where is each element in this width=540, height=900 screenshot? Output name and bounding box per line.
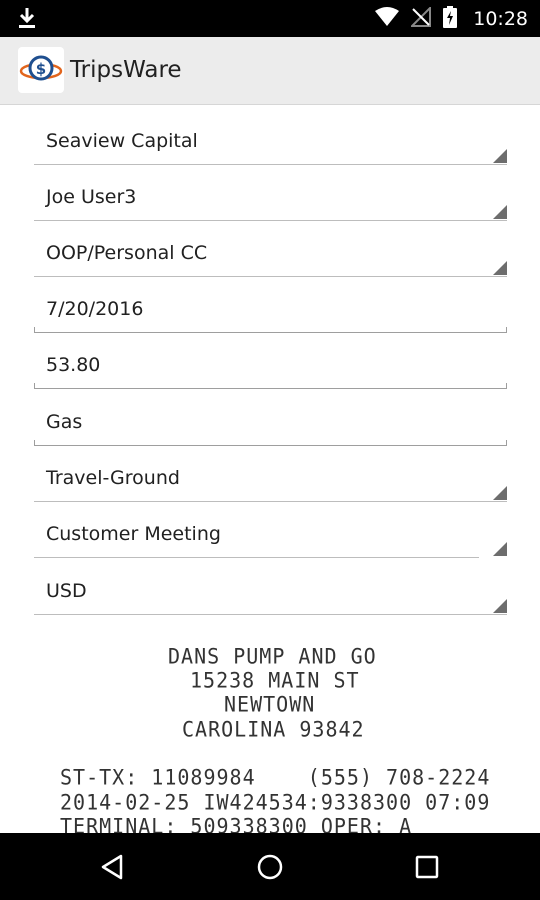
receipt-line: CAROLINA 93842 bbox=[182, 716, 365, 742]
dropdown-arrow-icon bbox=[493, 205, 507, 219]
date-field[interactable]: 7/20/2016 bbox=[34, 293, 507, 333]
dropdown-arrow-icon bbox=[493, 149, 507, 163]
receipt-line: 15238 MAIN ST bbox=[190, 667, 360, 693]
employee-spinner[interactable]: Joe User3 bbox=[34, 181, 507, 221]
dropdown-arrow-icon bbox=[493, 486, 507, 500]
currency-value: USD bbox=[46, 580, 87, 602]
amount-value: 53.80 bbox=[46, 354, 101, 376]
receipt-line: DANS PUMP AND GO bbox=[168, 643, 377, 669]
no-signal-icon bbox=[409, 5, 432, 31]
dollar-globe-icon: $ bbox=[18, 47, 64, 93]
home-icon[interactable] bbox=[230, 833, 310, 900]
receipt-line: 2014-02-25 IW424534:9338300 07:09 bbox=[60, 789, 491, 815]
status-bar: 10:28 bbox=[0, 0, 540, 37]
navigation-bar bbox=[0, 833, 540, 900]
recents-icon[interactable] bbox=[387, 833, 467, 900]
receipt-line: TERMINAL: 509338300 OPER: A bbox=[60, 813, 413, 833]
clock: 10:28 bbox=[473, 7, 528, 30]
category-value: Travel-Ground bbox=[46, 467, 180, 489]
category-spinner[interactable]: Travel-Ground bbox=[34, 462, 507, 502]
purpose-spinner[interactable]: Customer Meeting bbox=[34, 518, 507, 558]
company-value: Seaview Capital bbox=[46, 130, 198, 152]
dropdown-arrow-icon bbox=[493, 261, 507, 275]
purpose-value: Customer Meeting bbox=[46, 523, 221, 545]
app-title: TripsWare bbox=[70, 57, 182, 83]
back-icon[interactable] bbox=[73, 833, 153, 900]
employee-value: Joe User3 bbox=[46, 186, 137, 208]
currency-spinner[interactable]: USD bbox=[34, 575, 507, 615]
receipt-line: NEWTOWN bbox=[224, 691, 316, 717]
download-icon bbox=[18, 7, 36, 33]
battery-icon bbox=[443, 5, 458, 32]
description-field[interactable]: Gas bbox=[34, 406, 507, 446]
amount-field[interactable]: 53.80 bbox=[34, 349, 507, 389]
wifi-icon bbox=[375, 6, 400, 31]
app-bar: $ TripsWare bbox=[0, 37, 540, 105]
dropdown-arrow-icon bbox=[493, 542, 507, 556]
payment-method-value: OOP/Personal CC bbox=[46, 242, 208, 264]
date-value: 7/20/2016 bbox=[46, 298, 144, 320]
receipt-line: ST-TX: 11089984 (555) 708-2224 bbox=[60, 764, 491, 790]
payment-method-spinner[interactable]: OOP/Personal CC bbox=[34, 237, 507, 277]
dropdown-arrow-icon bbox=[493, 599, 507, 613]
description-value: Gas bbox=[46, 411, 83, 433]
receipt-image[interactable]: DANS PUMP AND GO 15238 MAIN ST NEWTOWN C… bbox=[0, 640, 540, 833]
svg-text:$: $ bbox=[36, 60, 46, 78]
company-spinner[interactable]: Seaview Capital bbox=[34, 125, 507, 165]
